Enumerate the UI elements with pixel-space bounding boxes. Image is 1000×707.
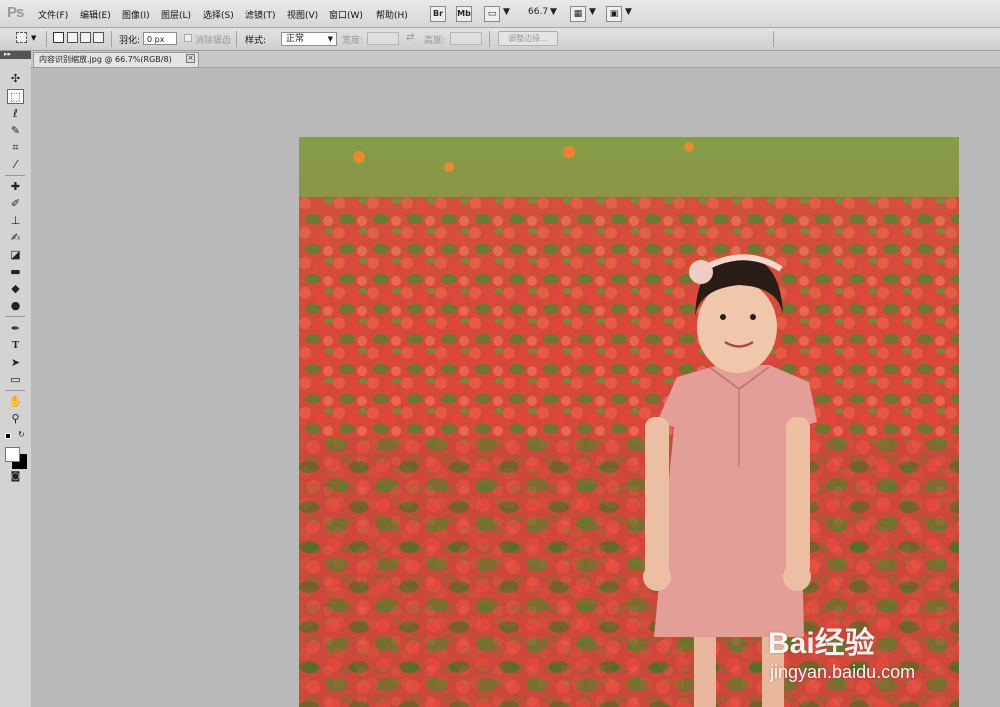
feather-input[interactable]: 0 px (143, 32, 177, 45)
dodge-tool-icon[interactable]: ● (7, 298, 24, 313)
new-selection-icon[interactable] (53, 32, 64, 43)
swap-colors-icon[interactable]: ↻ (18, 430, 25, 439)
add-to-selection-icon[interactable] (67, 32, 78, 43)
menu-filter[interactable]: 滤镜(T) (245, 8, 276, 21)
chevron-down-icon[interactable]: ▼ (550, 7, 557, 17)
close-tab-icon[interactable]: × (186, 54, 195, 63)
divider (46, 31, 47, 47)
width-input[interactable] (367, 32, 399, 45)
menu-bar: Ps 文件(F) 编辑(E) 图像(I) 图层(L) 选择(S) 滤镜(T) 视… (0, 0, 1000, 28)
subtract-from-selection-icon[interactable] (80, 32, 91, 43)
menu-window[interactable]: 窗口(W) (329, 8, 363, 21)
menu-image[interactable]: 图像(I) (122, 8, 150, 21)
hand-tool-icon[interactable]: ✋ (7, 394, 24, 409)
quick-selection-tool-icon[interactable]: ✎ (7, 123, 24, 138)
crop-tool-icon[interactable]: ⌗ (7, 140, 24, 155)
menu-edit[interactable]: 编辑(E) (80, 8, 111, 21)
lasso-tool-icon[interactable]: ℓ (7, 106, 24, 121)
rectangle-tool-icon[interactable]: ▭ (7, 372, 24, 387)
document-tab-strip: 内容识别缩放.jpg @ 66.7%(RGB/8) × (31, 51, 1000, 68)
canvas-area[interactable]: Bai经验 jingyan.baidu.com (31, 68, 1000, 707)
marquee-tool-icon[interactable]: ⬚ (7, 89, 24, 104)
document-tab[interactable]: 内容识别缩放.jpg @ 66.7%(RGB/8) (33, 52, 199, 67)
divider (236, 31, 237, 47)
history-brush-tool-icon[interactable]: ✍ (7, 230, 24, 245)
antialias-label: 消除锯齿 (195, 36, 232, 46)
width-label: 宽度: (342, 36, 364, 46)
pen-tool-icon[interactable]: ✒ (7, 321, 24, 336)
clone-stamp-tool-icon[interactable]: ⊥ (7, 213, 24, 228)
chevron-down-icon: ▼ (327, 35, 333, 43)
divider (489, 31, 490, 47)
options-bar: ▼ 羽化: 0 px 消除锯齿 样式: 正常 ▼ 宽度: ⇄ 高度: 调整边缘.… (0, 28, 1000, 51)
foreground-color-swatch[interactable] (5, 447, 20, 462)
menu-layer[interactable]: 图层(L) (161, 8, 191, 21)
style-select-value: 正常 (286, 34, 305, 44)
antialias-checkbox[interactable] (184, 34, 192, 42)
bridge-button[interactable]: Br (430, 6, 446, 22)
style-select[interactable]: 正常 ▼ (281, 32, 337, 46)
blur-tool-icon[interactable]: ◆ (7, 281, 24, 296)
arrange-documents-icon[interactable]: ▦ (570, 6, 586, 22)
zoom-level-value[interactable]: 66.7 (528, 7, 548, 17)
toolbox-grip[interactable]: ▸▸ (0, 50, 31, 59)
refine-edge-button[interactable]: 调整边缘... (498, 31, 558, 46)
menu-file[interactable]: 文件(F) (38, 8, 68, 21)
spot-healing-tool-icon[interactable]: ✚ (7, 179, 24, 194)
feather-label: 羽化: (119, 36, 141, 46)
marquee-preset-icon[interactable] (16, 32, 27, 43)
move-tool-icon[interactable]: ✣ (7, 71, 24, 86)
type-tool-icon[interactable]: T (7, 338, 24, 353)
brush-tool-icon[interactable]: ✐ (7, 196, 24, 211)
path-selection-tool-icon[interactable]: ➤ (7, 355, 24, 370)
photoshop-logo: Ps (7, 4, 24, 21)
toolbox: ▸▸ ✣ ⬚ ℓ ✎ ⌗ ⁄ ✚ ✐ ⊥ ✍ ◪ ▬ ◆ ● ✒ T ➤ ▭ ✋… (0, 50, 32, 707)
height-input[interactable] (450, 32, 482, 45)
baidu-jingyan-logo: Bai经验 (768, 627, 875, 660)
quick-mask-tool-icon[interactable]: ◙ (7, 469, 24, 484)
chevron-down-icon[interactable]: ▼ (625, 7, 632, 17)
divider (5, 316, 25, 317)
watermark-url: jingyan.baidu.com (770, 662, 916, 682)
expand-arrows-icon: ▸▸ (4, 50, 12, 58)
view-extras-icon[interactable]: ▭ (484, 6, 500, 22)
height-label: 高度: (424, 36, 446, 46)
eyedropper-tool-icon[interactable]: ⁄ (7, 157, 24, 172)
divider (5, 390, 25, 391)
screen-mode-icon[interactable]: ▣ (606, 6, 622, 22)
divider (111, 31, 112, 47)
eraser-tool-icon[interactable]: ◪ (7, 247, 24, 262)
chevron-down-icon[interactable]: ▼ (503, 7, 510, 17)
default-colors-icon[interactable] (5, 433, 11, 439)
menu-view[interactable]: 视图(V) (287, 8, 318, 21)
menu-help[interactable]: 帮助(H) (376, 8, 408, 21)
swap-dimensions-icon[interactable]: ⇄ (406, 32, 414, 43)
style-label: 样式: (245, 36, 267, 46)
divider (773, 31, 774, 47)
zoom-tool-icon[interactable]: ⚲ (7, 411, 24, 426)
mini-bridge-button[interactable]: Mb (456, 6, 472, 22)
chevron-down-icon[interactable]: ▼ (589, 7, 596, 17)
divider (5, 175, 25, 176)
chevron-down-icon[interactable]: ▼ (31, 34, 36, 42)
intersect-selection-icon[interactable] (93, 32, 104, 43)
gradient-tool-icon[interactable]: ▬ (7, 264, 24, 279)
menu-select[interactable]: 选择(S) (203, 8, 234, 21)
